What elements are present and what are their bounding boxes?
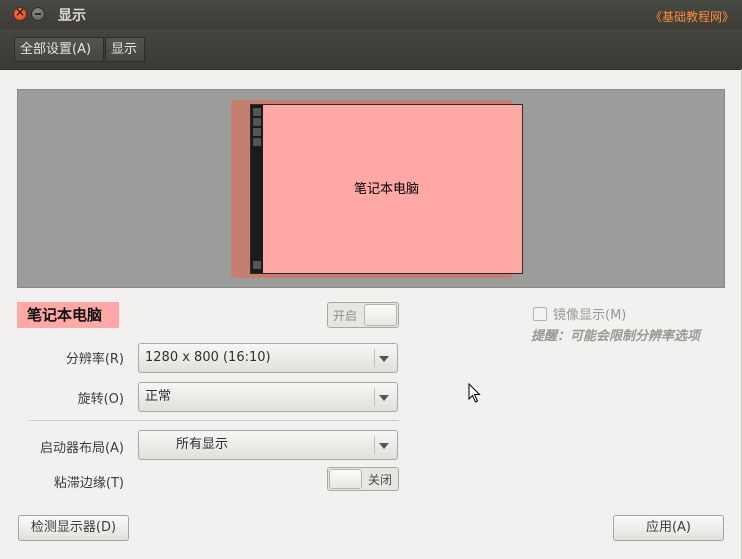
window-title: 显示 xyxy=(58,8,86,24)
launcher-placement-value: 所有显示 xyxy=(176,437,229,452)
monitor-preview-label: 笔记本电脑 xyxy=(353,182,419,197)
title-bar: 显示 《基础教程网》 xyxy=(0,0,742,29)
sticky-edges-label: 粘滞边缘(T) xyxy=(53,476,124,491)
switch-knob[interactable] xyxy=(364,304,397,326)
minimize-window-button[interactable] xyxy=(31,7,45,21)
chevron-down-icon xyxy=(379,395,389,401)
breadcrumb-all-settings[interactable]: 全部设置(A) xyxy=(14,37,104,62)
switch-knob[interactable] xyxy=(329,469,362,489)
mirror-label: 镜像显示(M) xyxy=(553,308,627,323)
chevron-down-icon xyxy=(379,356,389,362)
resolution-label: 分辨率(R) xyxy=(65,352,124,367)
sticky-edges-switch[interactable]: 关闭 xyxy=(327,467,399,491)
toolbar: 全部设置(A) 显示 xyxy=(0,29,742,70)
resolution-value: 1280 x 800 (16:10) xyxy=(145,350,271,365)
breadcrumb-display[interactable]: 显示 xyxy=(105,37,145,62)
resolution-dropdown[interactable]: 1280 x 800 (16:10) xyxy=(138,343,398,373)
launcher-placement-dropdown[interactable]: 所有显示 xyxy=(138,430,398,460)
close-window-button[interactable] xyxy=(13,5,27,21)
switch-on-label: 开启 xyxy=(333,309,358,323)
chevron-down-icon xyxy=(379,443,389,449)
monitor-power-switch[interactable]: 开启 xyxy=(327,302,399,328)
mouse-pointer-icon xyxy=(468,383,481,403)
rotation-dropdown[interactable]: 正常 xyxy=(138,382,398,412)
rotation-value: 正常 xyxy=(145,389,172,404)
section-divider xyxy=(29,420,399,421)
monitor-name: 笔记本电脑 xyxy=(17,302,119,328)
launcher-placement-label: 启动器布局(A) xyxy=(39,441,124,456)
switch-off-label: 关闭 xyxy=(367,473,392,487)
apply-button[interactable]: 应用(A) xyxy=(613,515,724,541)
rotation-label: 旋转(O) xyxy=(77,392,124,407)
mirror-displays-checkbox[interactable]: 镜像显示(M) xyxy=(533,304,626,323)
mirror-hint: 提醒：可能会限制分辨率选项 xyxy=(531,329,701,344)
checkbox-icon[interactable] xyxy=(533,307,547,321)
monitor-arrangement-area[interactable]: 笔记本电脑 xyxy=(17,89,725,288)
detect-displays-button[interactable]: 检测显示器(D) xyxy=(18,515,129,541)
watermark-text: 《基础教程网》 xyxy=(649,10,734,24)
